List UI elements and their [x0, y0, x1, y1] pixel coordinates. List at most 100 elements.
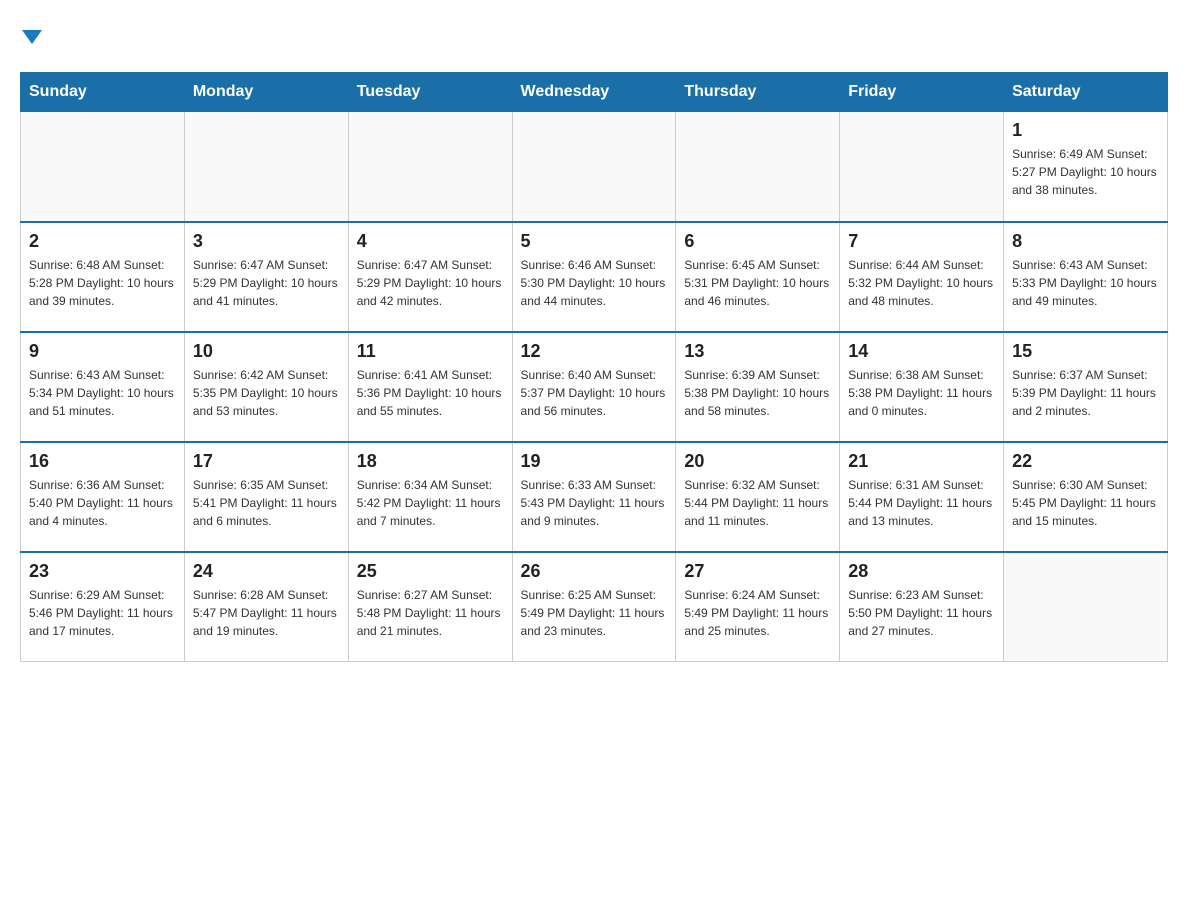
day-number: 15: [1012, 341, 1159, 362]
day-number: 16: [29, 451, 176, 472]
calendar-cell: 15 Sunrise: 6:37 AM Sunset: 5:39 PM Dayli…: [1004, 332, 1168, 442]
col-header-monday: Monday: [184, 73, 348, 112]
day-number: 24: [193, 561, 340, 582]
calendar-cell: [840, 112, 1004, 222]
day-info: Sunrise: 6:32 AM Sunset: 5:44 PM Dayligh…: [684, 476, 831, 530]
calendar-cell: 25Sunrise: 6:27 AM Sunset: 5:48 PM Dayli…: [348, 552, 512, 662]
calendar-cell: 22 Sunrise: 6:30 AM Sunset: 5:45 PM Dayli…: [1004, 442, 1168, 552]
day-info: Sunrise: 6:31 AM Sunset: 5:44 PM Dayligh…: [848, 476, 995, 530]
calendar-week-row: 1 Sunrise: 6:49 AM Sunset: 5:27 PM Daylig…: [21, 112, 1168, 222]
day-number: 18: [357, 451, 504, 472]
calendar-cell: 20 Sunrise: 6:32 AM Sunset: 5:44 PM Dayli…: [676, 442, 840, 552]
calendar-week-row: 2 Sunrise: 6:48 AM Sunset: 5:28 PM Daylig…: [21, 222, 1168, 332]
day-info: Sunrise: 6:35 AM Sunset: 5:41 PM Dayligh…: [193, 476, 340, 530]
calendar-cell: [1004, 552, 1168, 662]
page-header: [20, 20, 1168, 52]
calendar-cell: 19 Sunrise: 6:33 AM Sunset: 5:43 PM Dayli…: [512, 442, 676, 552]
day-number: 9: [29, 341, 176, 362]
calendar-cell: 21 Sunrise: 6:31 AM Sunset: 5:44 PM Dayli…: [840, 442, 1004, 552]
calendar-cell: 9 Sunrise: 6:43 AM Sunset: 5:34 PM Daylig…: [21, 332, 185, 442]
calendar-cell: 6 Sunrise: 6:45 AM Sunset: 5:31 PM Daylig…: [676, 222, 840, 332]
day-number: 11: [357, 341, 504, 362]
logo-triangle-icon: [22, 30, 42, 44]
day-number: 5: [521, 231, 668, 252]
calendar-week-row: 16Sunrise: 6:36 AM Sunset: 5:40 PM Dayli…: [21, 442, 1168, 552]
day-number: 1: [1012, 120, 1159, 141]
day-info: Sunrise: 6:28 AM Sunset: 5:47 PM Dayligh…: [193, 586, 340, 640]
day-number: 25: [357, 561, 504, 582]
day-info: Sunrise: 6:25 AM Sunset: 5:49 PM Dayligh…: [521, 586, 668, 640]
day-info: Sunrise: 6:38 AM Sunset: 5:38 PM Dayligh…: [848, 366, 995, 420]
day-number: 28: [848, 561, 995, 582]
day-info: Sunrise: 6:37 AM Sunset: 5:39 PM Dayligh…: [1012, 366, 1159, 420]
logo-general-line: [20, 20, 42, 52]
day-number: 22: [1012, 451, 1159, 472]
calendar-cell: 5 Sunrise: 6:46 AM Sunset: 5:30 PM Daylig…: [512, 222, 676, 332]
day-number: 17: [193, 451, 340, 472]
col-header-tuesday: Tuesday: [348, 73, 512, 112]
calendar-cell: 3 Sunrise: 6:47 AM Sunset: 5:29 PM Daylig…: [184, 222, 348, 332]
day-number: 14: [848, 341, 995, 362]
day-info: Sunrise: 6:39 AM Sunset: 5:38 PM Dayligh…: [684, 366, 831, 420]
col-header-friday: Friday: [840, 73, 1004, 112]
calendar-cell: 16Sunrise: 6:36 AM Sunset: 5:40 PM Dayli…: [21, 442, 185, 552]
day-number: 13: [684, 341, 831, 362]
calendar-cell: 26 Sunrise: 6:25 AM Sunset: 5:49 PM Dayli…: [512, 552, 676, 662]
day-number: 4: [357, 231, 504, 252]
day-info: Sunrise: 6:30 AM Sunset: 5:45 PM Dayligh…: [1012, 476, 1159, 530]
calendar-cell: 18 Sunrise: 6:34 AM Sunset: 5:42 PM Dayli…: [348, 442, 512, 552]
day-number: 7: [848, 231, 995, 252]
calendar-cell: 8Sunrise: 6:43 AM Sunset: 5:33 PM Daylig…: [1004, 222, 1168, 332]
calendar-table: SundayMondayTuesdayWednesdayThursdayFrid…: [20, 72, 1168, 662]
day-number: 21: [848, 451, 995, 472]
calendar-cell: 14 Sunrise: 6:38 AM Sunset: 5:38 PM Dayli…: [840, 332, 1004, 442]
calendar-cell: 13 Sunrise: 6:39 AM Sunset: 5:38 PM Dayli…: [676, 332, 840, 442]
day-info: Sunrise: 6:24 AM Sunset: 5:49 PM Dayligh…: [684, 586, 831, 640]
col-header-sunday: Sunday: [21, 73, 185, 112]
day-number: 2: [29, 231, 176, 252]
day-info: Sunrise: 6:34 AM Sunset: 5:42 PM Dayligh…: [357, 476, 504, 530]
calendar-cell: [184, 112, 348, 222]
calendar-cell: 24 Sunrise: 6:28 AM Sunset: 5:47 PM Dayli…: [184, 552, 348, 662]
day-info: Sunrise: 6:33 AM Sunset: 5:43 PM Dayligh…: [521, 476, 668, 530]
calendar-week-row: 9 Sunrise: 6:43 AM Sunset: 5:34 PM Daylig…: [21, 332, 1168, 442]
col-header-saturday: Saturday: [1004, 73, 1168, 112]
day-info: Sunrise: 6:47 AM Sunset: 5:29 PM Dayligh…: [357, 256, 504, 310]
calendar-cell: [348, 112, 512, 222]
calendar-header-row: SundayMondayTuesdayWednesdayThursdayFrid…: [21, 73, 1168, 112]
logo: [20, 20, 42, 52]
calendar-cell: 1 Sunrise: 6:49 AM Sunset: 5:27 PM Daylig…: [1004, 112, 1168, 222]
day-info: Sunrise: 6:47 AM Sunset: 5:29 PM Dayligh…: [193, 256, 340, 310]
day-info: Sunrise: 6:43 AM Sunset: 5:34 PM Dayligh…: [29, 366, 176, 420]
calendar-cell: 23 Sunrise: 6:29 AM Sunset: 5:46 PM Dayli…: [21, 552, 185, 662]
col-header-thursday: Thursday: [676, 73, 840, 112]
day-number: 27: [684, 561, 831, 582]
day-info: Sunrise: 6:49 AM Sunset: 5:27 PM Dayligh…: [1012, 145, 1159, 199]
calendar-cell: 2 Sunrise: 6:48 AM Sunset: 5:28 PM Daylig…: [21, 222, 185, 332]
day-number: 19: [521, 451, 668, 472]
day-info: Sunrise: 6:48 AM Sunset: 5:28 PM Dayligh…: [29, 256, 176, 310]
col-header-wednesday: Wednesday: [512, 73, 676, 112]
day-info: Sunrise: 6:44 AM Sunset: 5:32 PM Dayligh…: [848, 256, 995, 310]
day-info: Sunrise: 6:40 AM Sunset: 5:37 PM Dayligh…: [521, 366, 668, 420]
day-number: 6: [684, 231, 831, 252]
day-number: 8: [1012, 231, 1159, 252]
day-number: 26: [521, 561, 668, 582]
day-info: Sunrise: 6:23 AM Sunset: 5:50 PM Dayligh…: [848, 586, 995, 640]
calendar-cell: [21, 112, 185, 222]
calendar-cell: 7 Sunrise: 6:44 AM Sunset: 5:32 PM Daylig…: [840, 222, 1004, 332]
calendar-cell: [676, 112, 840, 222]
day-number: 23: [29, 561, 176, 582]
day-info: Sunrise: 6:29 AM Sunset: 5:46 PM Dayligh…: [29, 586, 176, 640]
calendar-cell: 17 Sunrise: 6:35 AM Sunset: 5:41 PM Dayli…: [184, 442, 348, 552]
day-number: 10: [193, 341, 340, 362]
day-number: 3: [193, 231, 340, 252]
calendar-cell: 4 Sunrise: 6:47 AM Sunset: 5:29 PM Daylig…: [348, 222, 512, 332]
calendar-cell: 11Sunrise: 6:41 AM Sunset: 5:36 PM Dayli…: [348, 332, 512, 442]
day-info: Sunrise: 6:42 AM Sunset: 5:35 PM Dayligh…: [193, 366, 340, 420]
day-number: 12: [521, 341, 668, 362]
day-info: Sunrise: 6:45 AM Sunset: 5:31 PM Dayligh…: [684, 256, 831, 310]
day-info: Sunrise: 6:46 AM Sunset: 5:30 PM Dayligh…: [521, 256, 668, 310]
day-number: 20: [684, 451, 831, 472]
calendar-cell: 28 Sunrise: 6:23 AM Sunset: 5:50 PM Dayli…: [840, 552, 1004, 662]
